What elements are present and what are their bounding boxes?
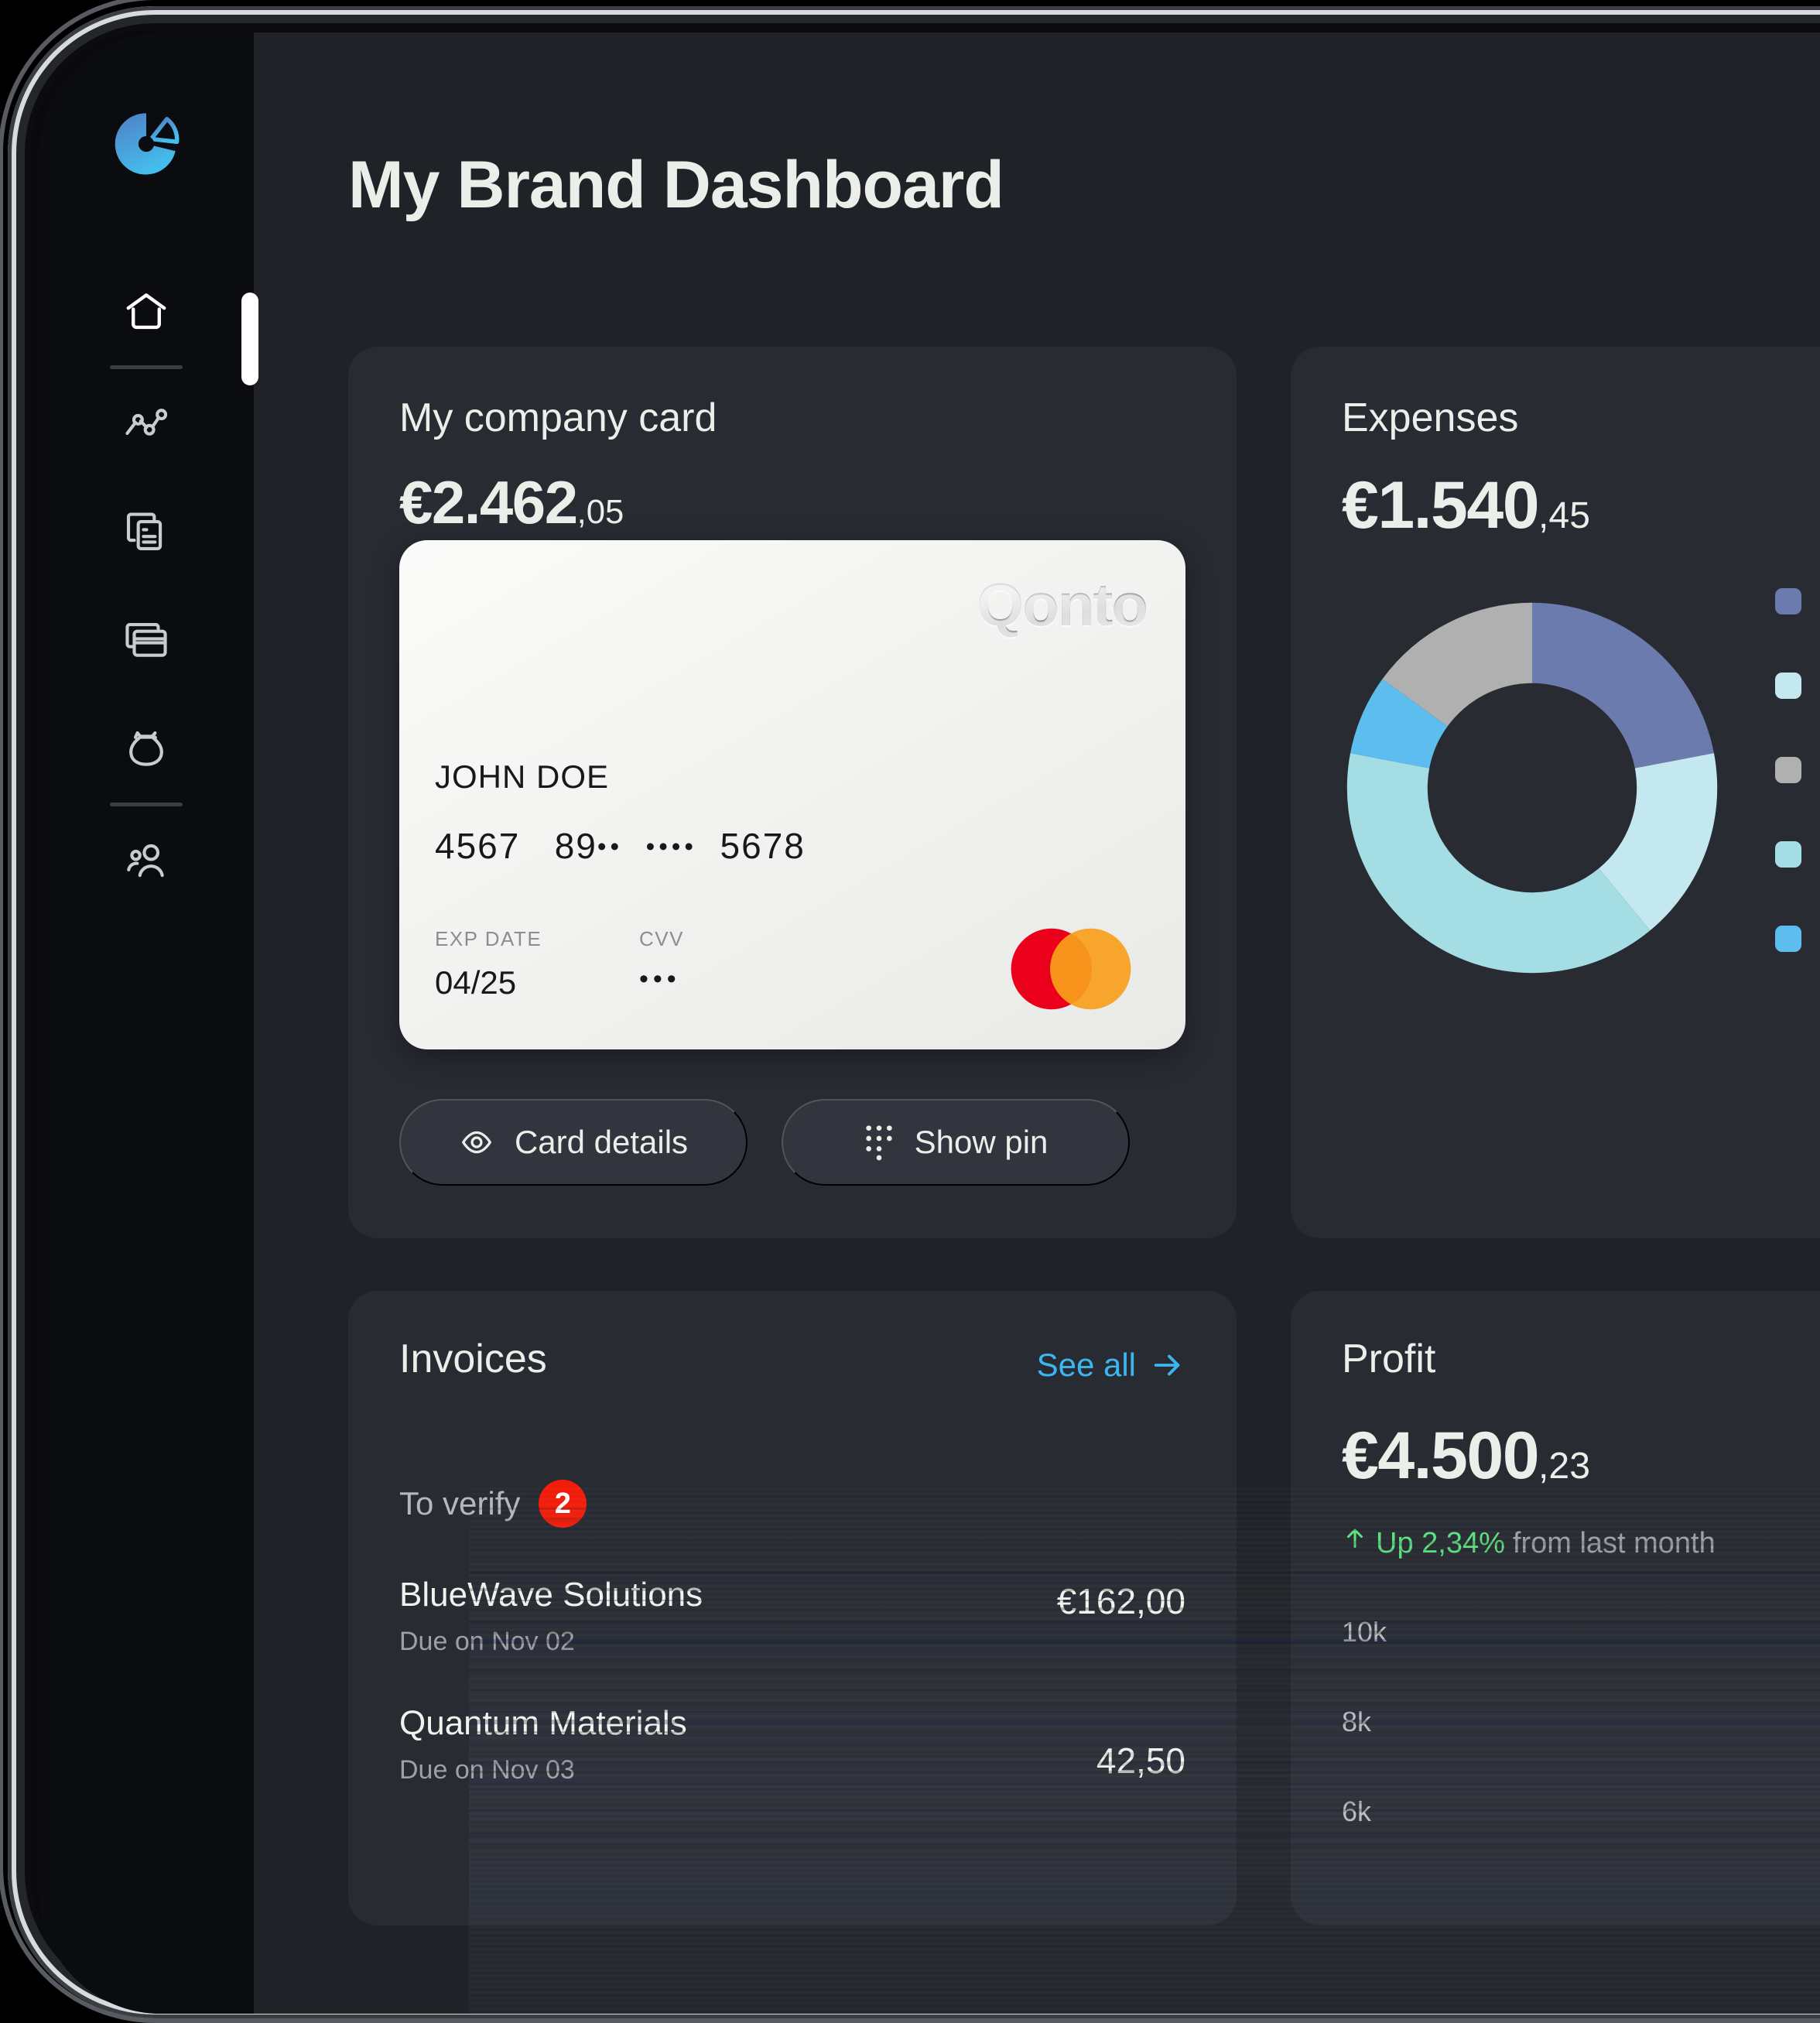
sidebar-item-team[interactable] (115, 830, 177, 892)
donut-segment[interactable] (1347, 753, 1651, 973)
expenses-title: Expenses (1342, 395, 1518, 441)
see-all-invoices-link[interactable]: See all (1037, 1347, 1185, 1384)
profit-amount-cents: ,23 (1538, 1445, 1590, 1487)
legend-swatch[interactable] (1775, 588, 1801, 614)
legend-swatch[interactable] (1775, 757, 1801, 783)
sidebar-item-finance[interactable] (115, 717, 177, 779)
main-content: My Brand Dashboard My company card €2.46… (254, 33, 1820, 2014)
company-card-title: My company card (399, 395, 717, 441)
eye-icon (459, 1124, 494, 1160)
profit-amount-main: €4.500 (1342, 1419, 1538, 1493)
exp-date-value: 04/25 (435, 964, 516, 1001)
show-pin-button[interactable]: Show pin (782, 1099, 1130, 1186)
documents-copy-icon (122, 508, 170, 556)
show-pin-label: Show pin (915, 1124, 1049, 1161)
credit-cards-icon (122, 616, 170, 664)
profit-amount: €4.500,23 (1342, 1418, 1590, 1494)
cvv-value: ••• (639, 964, 681, 994)
credit-card-visual[interactable]: Qonto JOHN DOE 4567 89•• •••• 5678 EXP D… (399, 540, 1185, 1049)
donut-segment[interactable] (1532, 603, 1714, 768)
legend-swatch[interactable] (1775, 673, 1801, 699)
profit-title: Profit (1342, 1336, 1435, 1382)
page-title: My Brand Dashboard (348, 147, 1004, 224)
sidebar-item-documents[interactable] (115, 501, 177, 563)
mastercard-logo-icon (1001, 926, 1141, 1012)
company-card-panel: My company card €2.462,05 Qonto JOHN DOE… (348, 347, 1237, 1238)
card-details-label: Card details (515, 1124, 688, 1161)
money-bag-icon (122, 724, 170, 772)
expenses-panel: Expenses €1.540,45 (1291, 347, 1820, 1238)
render-noise-overlay (469, 1487, 1820, 2014)
qonto-brand-logo: Qonto (977, 570, 1147, 640)
card-number: 4567 89•• •••• 5678 (435, 825, 806, 867)
cvv-label: CVV (639, 927, 684, 951)
legend-swatch[interactable] (1775, 841, 1801, 868)
home-icon (122, 287, 170, 335)
keypad-dots-icon (864, 1123, 895, 1162)
sidebar-item-cards[interactable] (115, 609, 177, 671)
device-frame: My Brand Dashboard My company card €2.46… (8, 6, 1820, 2018)
screen: My Brand Dashboard My company card €2.46… (39, 33, 1820, 2014)
expenses-legend (1775, 588, 1801, 952)
active-tab-indicator (241, 293, 258, 385)
company-card-amount: €2.462,05 (399, 467, 624, 538)
company-card-amount-cents: ,05 (577, 493, 624, 531)
pie-chart-logo-icon[interactable] (111, 108, 182, 180)
legend-swatch[interactable] (1775, 926, 1801, 952)
exp-date-label: EXP DATE (435, 927, 542, 951)
sidebar (39, 33, 254, 2014)
expenses-amount-main: €1.540 (1342, 468, 1538, 543)
sidebar-item-analytics[interactable] (115, 392, 177, 454)
arrow-right-icon (1150, 1347, 1185, 1383)
card-holder-name: JOHN DOE (435, 758, 609, 796)
invoices-title: Invoices (399, 1336, 547, 1382)
people-team-icon (122, 837, 170, 885)
card-details-button[interactable]: Card details (399, 1099, 748, 1186)
sidebar-item-home[interactable] (115, 280, 177, 342)
expenses-donut-chart (1331, 587, 1733, 989)
expenses-amount: €1.540,45 (1342, 467, 1590, 544)
company-card-amount-main: €2.462 (399, 468, 577, 536)
expenses-amount-cents: ,45 (1538, 495, 1590, 536)
analytics-line-chart-icon (122, 399, 170, 447)
see-all-label: See all (1037, 1347, 1136, 1384)
